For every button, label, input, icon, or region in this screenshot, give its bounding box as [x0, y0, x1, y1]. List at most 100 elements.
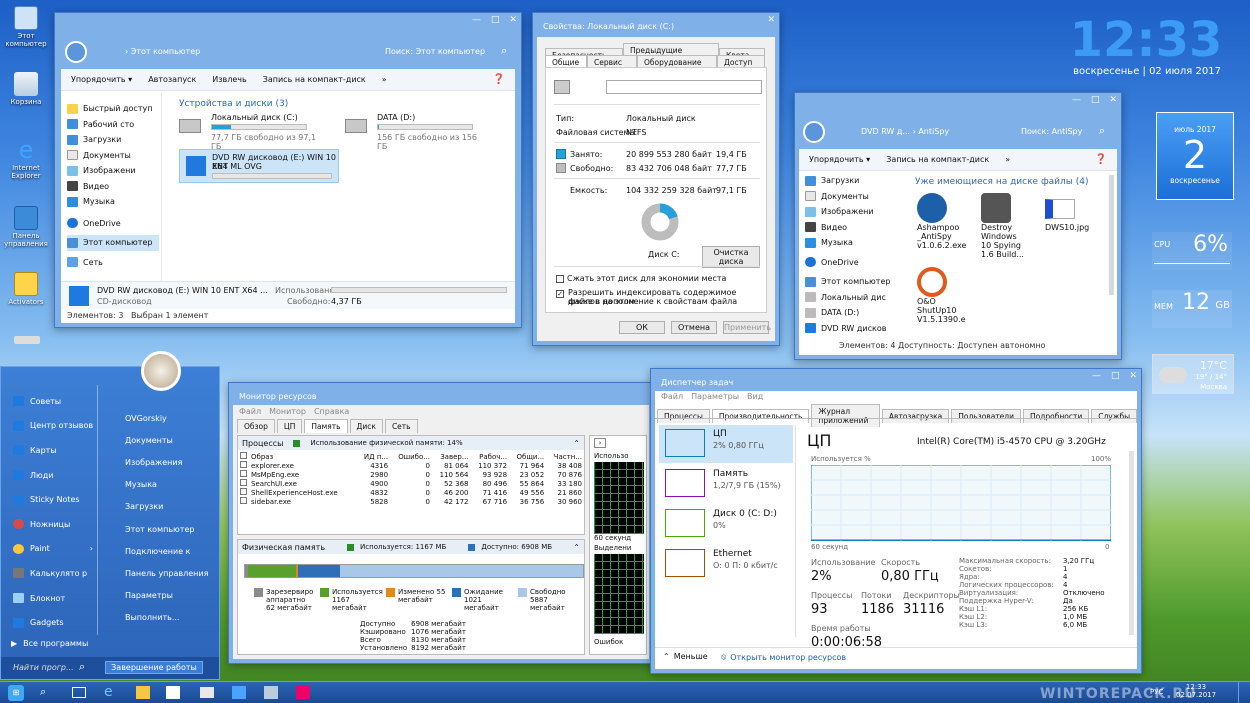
taskbar-clock[interactable]: 12:33 02.07.2017	[1176, 683, 1216, 699]
start-item-notepad[interactable]: Блокнот	[5, 586, 97, 611]
nav-onedrive[interactable]: OneDrive	[805, 255, 895, 271]
file-destroy-windows-spying[interactable]: Destroy Windows 10 Spying 1.6 Build...	[981, 193, 1031, 259]
processes-header[interactable]: Процессы Использование физической памяти:…	[238, 436, 584, 450]
start-place-connect[interactable]: Подключение к	[99, 540, 219, 562]
start-item-feedback[interactable]: Центр отзывов	[5, 414, 97, 439]
explorer-window[interactable]: — □ ✕ › Этот компьютер Поиск: Этот компьют…	[54, 12, 522, 328]
start-place-this-pc[interactable]: Этот компьютер	[99, 518, 219, 540]
start-item-people[interactable]: Люди	[5, 463, 97, 488]
compress-checkbox[interactable]	[556, 274, 564, 283]
start-place-user[interactable]: OVGorskiy	[99, 407, 219, 429]
tab-network[interactable]: Сеть	[384, 419, 418, 433]
app-icon[interactable]	[296, 686, 310, 699]
eject-button[interactable]: Извлечь	[212, 75, 246, 84]
desktop-icon-control-panel[interactable]: Панель управления	[4, 206, 48, 248]
perf-item-disk[interactable]: Диск 0 (C: D:) 0%	[659, 505, 793, 543]
nav-downloads[interactable]: Загрузки	[805, 173, 895, 189]
index-checkbox[interactable]: ✓	[556, 290, 564, 298]
file-oo-shutup10[interactable]: O&O ShutUp10 V1.5.1390.e	[917, 267, 971, 324]
start-place-run[interactable]: Выполнить...	[99, 607, 219, 629]
menu-options[interactable]: Параметры	[691, 392, 739, 401]
nav-documents[interactable]: Документы	[67, 148, 159, 164]
start-place-documents[interactable]: Документы	[99, 429, 219, 451]
user-avatar[interactable]	[141, 351, 181, 391]
breadcrumb[interactable]: › Этот компьютер	[125, 47, 200, 56]
close-button[interactable]: ✕	[509, 15, 517, 25]
table-row[interactable]: ShellExperienceHost.exe 4832 0 46 200 71 416…	[238, 488, 584, 497]
drive-label-input[interactable]	[606, 80, 762, 94]
nav-pictures[interactable]: Изображени	[805, 204, 895, 220]
more-button[interactable]: »	[382, 75, 387, 84]
minimize-button[interactable]: —	[472, 15, 481, 25]
burn-button[interactable]: Запись на компакт-диск	[263, 75, 366, 84]
desktop-icon-activators[interactable]: Activators	[4, 272, 48, 306]
scrollbar[interactable]	[1129, 451, 1134, 635]
table-row[interactable]: explorer.exe 4316 0 81 064 110 372 71 964 38 4…	[238, 461, 584, 470]
nav-this-pc[interactable]: Этот компьютер	[67, 235, 159, 251]
file-explorer-icon[interactable]	[136, 686, 150, 699]
close-button[interactable]: ✕	[1129, 371, 1137, 381]
ok-button[interactable]: ОК	[619, 321, 665, 334]
cancel-button[interactable]: Отмена	[671, 321, 717, 334]
start-button[interactable]: ⊞	[8, 685, 24, 701]
back-button[interactable]	[803, 121, 825, 143]
minimize-button[interactable]: —	[1092, 371, 1101, 381]
tab-disk[interactable]: Диск	[349, 419, 383, 433]
nav-desktop[interactable]: Рабочий сто	[67, 117, 159, 133]
resource-monitor-window[interactable]: Монитор ресурсов Файл Монитор Справка Обзо…	[228, 382, 654, 664]
close-button[interactable]: ✕	[1109, 95, 1117, 105]
tab-overview[interactable]: Обзор	[237, 419, 275, 433]
table-row[interactable]: SearchUI.exe 4900 0 52 368 80 496 55 864 33 18…	[238, 479, 584, 488]
start-place-downloads[interactable]: Загрузки	[99, 496, 219, 518]
nav-local-disk[interactable]: Локальный дис	[805, 290, 895, 306]
file-dws10-jpg[interactable]: DWS10.jpg	[1045, 193, 1095, 232]
dvd-drive-tile[interactable]: DVD RW дисковод (E:) WIN 10 ENT X64 ML O…	[179, 149, 339, 183]
weather-gadget[interactable]: 17°C 19° / 14° Москва	[1152, 354, 1234, 394]
mail-icon[interactable]	[200, 687, 214, 698]
apply-button[interactable]: Применить	[723, 321, 771, 334]
start-item-tips[interactable]: Советы	[5, 389, 97, 414]
nav-music[interactable]: Музыка	[805, 235, 895, 251]
menu-view[interactable]: Вид	[747, 392, 763, 401]
breadcrumb[interactable]: DVD RW д... › AntiSpy	[861, 127, 949, 136]
tab-app-history[interactable]: Журнал приложений	[811, 404, 880, 427]
menu-help[interactable]: Справка	[314, 407, 349, 416]
task-manager-window[interactable]: Диспетчер задач — □ ✕ Файл Параметры Вид Про…	[650, 368, 1142, 674]
chevron-right-icon[interactable]: ›	[594, 438, 606, 448]
tab-performance[interactable]: Производительность	[711, 408, 810, 423]
edge-icon[interactable]: e	[104, 684, 113, 700]
table-row[interactable]: sidebar.exe 5828 0 42 172 67 716 36 756 30 960	[238, 497, 584, 506]
start-item-paint[interactable]: Paint ›	[5, 537, 97, 562]
maximize-button[interactable]: □	[1111, 371, 1120, 381]
start-place-music[interactable]: Музыка	[99, 474, 219, 496]
scrollbar[interactable]	[1109, 175, 1114, 295]
properties-dialog[interactable]: Свойства: Локальный диск (C:) ✕ Безопасн…	[532, 12, 780, 346]
search-input[interactable]: Поиск: Этот компьютер	[385, 47, 485, 56]
minimize-button[interactable]: —	[1072, 95, 1081, 105]
more-button[interactable]: »	[1005, 155, 1010, 164]
nav-documents[interactable]: Документы	[805, 189, 895, 205]
nav-videos[interactable]: Видео	[805, 220, 895, 236]
task-view-icon[interactable]	[72, 687, 86, 698]
nav-data-disk[interactable]: DATA (D:)	[805, 305, 895, 321]
start-search-input[interactable]: Найти прогр...	[13, 663, 74, 672]
nav-downloads[interactable]: Загрузки	[67, 132, 159, 148]
table-row[interactable]: MsMpEng.exe 2980 0 110 564 93 928 23 052 70 87…	[238, 470, 584, 479]
store-icon[interactable]	[166, 686, 180, 699]
maximize-button[interactable]: □	[1091, 95, 1100, 105]
search-input[interactable]: Поиск: AntiSpy	[1021, 127, 1082, 136]
nav-network[interactable]: Сеть	[67, 255, 159, 271]
nav-quick-access[interactable]: Быстрый доступ	[67, 101, 159, 117]
autoplay-button[interactable]: Автозапуск	[148, 75, 196, 84]
desktop-icon-ie[interactable]: e Internet Explorer	[4, 138, 48, 180]
nav-onedrive[interactable]: OneDrive	[67, 216, 159, 232]
all-programs[interactable]: ▶ Все программы	[11, 639, 88, 648]
help-icon[interactable]: ❓	[493, 74, 505, 85]
start-item-gadgets[interactable]: Gadgets	[5, 610, 97, 635]
nav-pictures[interactable]: Изображени	[67, 163, 159, 179]
perf-item-cpu[interactable]: ЦП 2% 0,80 ГГц	[659, 425, 793, 463]
search-icon[interactable]: ⌕	[40, 685, 46, 699]
physical-memory-header[interactable]: Физическая память Используется: 1167 МБ До…	[238, 540, 584, 554]
tab-processes[interactable]: Процессы	[657, 408, 710, 423]
start-place-pictures[interactable]: Изображения	[99, 451, 219, 473]
